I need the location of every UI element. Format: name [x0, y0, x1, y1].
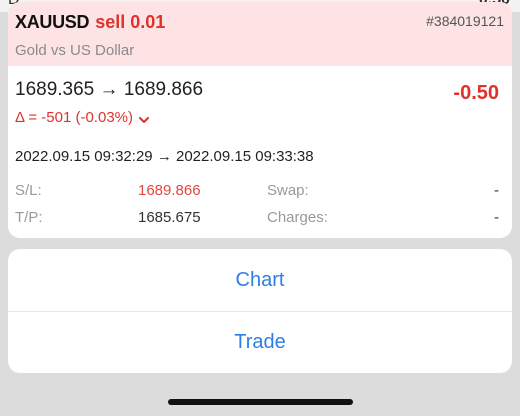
symbol-name: XAUUSD — [15, 12, 90, 32]
current-price: 1689.866 — [123, 79, 204, 100]
price-row: 1689.365 → 1689.866 -0.50 — [15, 66, 505, 106]
tp-value: 1685.675 — [138, 209, 201, 226]
swap-label: Swap: — [267, 182, 309, 199]
open-time: 2022.09.15 09:32:29 — [15, 148, 153, 165]
position-details-card: XAUUSD sell 0.01 #384019121 Gold vs US D… — [8, 2, 512, 238]
delta-toggle[interactable]: Δ = -501 (-0.03%) — [15, 106, 505, 128]
position-body: 1689.365 → 1689.866 -0.50 Δ = -501 (-0.0… — [8, 66, 512, 238]
time-range: 2022.09.15 09:32:29 → 2022.09.15 09:33:3… — [15, 148, 505, 168]
ticket-number: #384019121 — [426, 13, 504, 29]
action-sheet: Chart Trade — [8, 249, 512, 373]
open-price: 1689.365 — [15, 79, 95, 100]
charges-value: - — [494, 209, 499, 226]
sl-value: 1689.866 — [138, 182, 201, 199]
price-arrow: → — [99, 79, 119, 100]
chevron-down-icon — [139, 112, 149, 123]
current-time: 2022.09.15 09:33:38 — [175, 148, 314, 165]
trade-button[interactable]: Trade — [8, 311, 512, 373]
charges-label: Charges: — [267, 209, 328, 226]
order-side-volume: sell 0.01 — [95, 12, 166, 32]
sl-label: S/L: — [15, 182, 42, 199]
profit-value: -0.50 — [453, 82, 499, 104]
home-indicator[interactable] — [168, 399, 353, 405]
swap-value: - — [494, 182, 499, 199]
chart-button[interactable]: Chart — [8, 249, 512, 311]
symbol-description: Gold vs US Dollar — [15, 42, 135, 59]
position-details-grid: S/L: 1689.866 Swap: - T/P: 1685.675 Char… — [15, 182, 505, 238]
price-range: 1689.365 → 1689.866 — [15, 79, 203, 100]
tp-label: T/P: — [15, 209, 43, 226]
position-header: XAUUSD sell 0.01 #384019121 Gold vs US D… — [8, 2, 512, 66]
time-arrow: → — [156, 148, 172, 165]
delta-value: Δ = -501 (-0.03%) — [15, 108, 133, 126]
